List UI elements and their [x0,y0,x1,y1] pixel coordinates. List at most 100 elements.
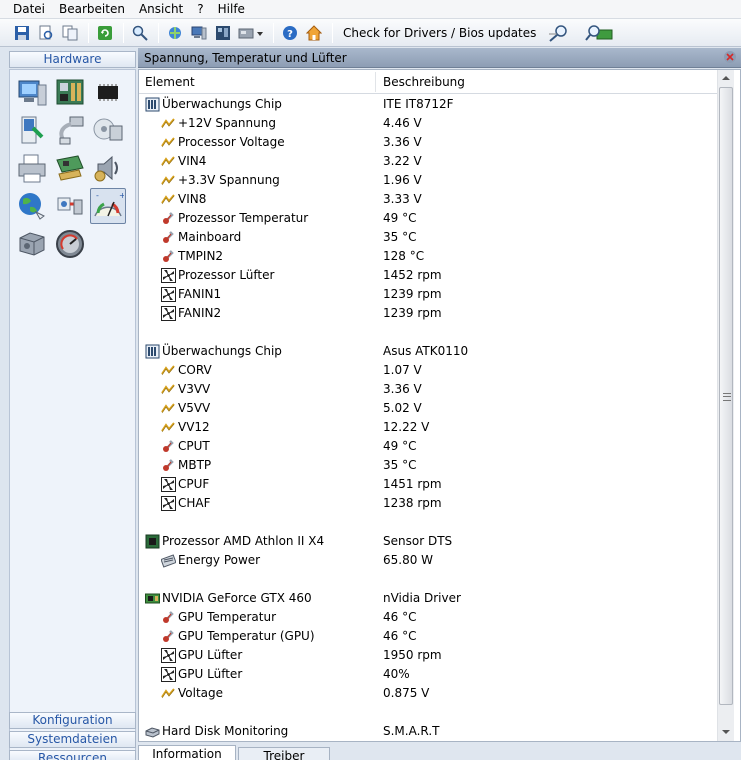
drives-icon[interactable] [90,112,126,148]
driver-search-icon[interactable] [546,23,572,43]
sensor-row[interactable]: Prozessor Temperatur 49 °C [139,209,719,228]
menu-ansicht[interactable]: Ansicht [132,0,190,19]
tab-treiber[interactable]: Treiber [238,747,330,760]
sensor-row[interactable]: FANIN1 1239 rpm [139,285,719,304]
devices-plug-icon[interactable] [52,188,88,224]
row-description-value: 35 °C [383,458,417,472]
sensor-row[interactable]: GPU Lüfter 1950 rpm [139,646,719,665]
column-element[interactable]: Element [145,75,195,89]
home-icon[interactable] [304,23,324,43]
fan-icon [161,287,176,302]
row-element-label: GPU Temperatur (GPU) [178,629,315,643]
row-description-value: 4.46 V [383,116,422,130]
row-element-label: CORV [178,363,212,377]
fan-icon [161,477,176,492]
menu-help-question[interactable]: ? [190,0,210,19]
computer-summary-icon[interactable] [14,74,50,110]
cpu-chip-icon[interactable] [90,74,126,110]
sensor-row[interactable]: FANIN2 1239 rpm [139,304,719,323]
ressourcen-section-header[interactable]: Ressourcen [9,750,136,760]
printer-icon[interactable] [14,150,50,186]
sensor-row[interactable]: Energy Power 65.80 W [139,551,719,570]
group-row[interactable]: NVIDIA GeForce GTX 460 nVidia Driver [139,589,719,608]
menu-hilfe[interactable]: Hilfe [211,0,252,19]
sensor-row[interactable]: CHAF 1238 rpm [139,494,719,513]
row-element-label: CPUF [178,477,210,491]
save-icon[interactable] [12,23,32,43]
drivers-update-label[interactable]: Check for Drivers / Bios updates [343,26,536,40]
sensor-row[interactable]: GPU Lüfter 40% [139,665,719,684]
row-description-value: 12.22 V [383,420,430,434]
vertical-scrollbar[interactable] [717,70,734,741]
sensor-row[interactable]: +3.3V Spannung 1.96 V [139,171,719,190]
row-element-label: V3VV [178,382,211,396]
sensor-row[interactable]: CPUF 1451 rpm [139,475,719,494]
sensor-row[interactable]: GPU Temperatur (GPU) 46 °C [139,627,719,646]
motherboard-icon[interactable] [213,23,233,43]
sensor-row[interactable]: VIN8 3.33 V [139,190,719,209]
sensor-row[interactable]: GPU Temperatur 46 °C [139,608,719,627]
close-panel-icon[interactable] [723,50,737,64]
group-row[interactable]: Überwachungs Chip ITE IT8712F [139,95,719,114]
row-element-label: Hard Disk Monitoring [162,724,289,738]
motherboard-icon[interactable] [52,74,88,110]
row-description-value: 5.02 V [383,401,422,415]
sensor-row[interactable]: VV12 12.22 V [139,418,719,437]
power-supply-icon[interactable] [14,226,50,262]
search-icon[interactable] [130,23,150,43]
group-row[interactable]: Hard Disk Monitoring S.M.A.R.T [139,722,719,741]
cable-connector-icon[interactable] [52,112,88,148]
scroll-grip-icon [723,393,731,401]
sensor-row[interactable]: Mainboard 35 °C [139,228,719,247]
thermometer-icon [161,230,176,245]
sound-speaker-icon[interactable] [90,150,126,186]
konfiguration-section-header[interactable]: Konfiguration [9,712,136,729]
device-dropdown-icon[interactable] [237,23,265,43]
row-description-value: 1239 rpm [383,306,442,320]
column-divider[interactable] [375,72,376,92]
systemdateien-section-header[interactable]: Systemdateien [9,731,136,748]
scroll-up-icon[interactable] [718,70,734,86]
sensor-row[interactable]: TMPIN2 128 °C [139,247,719,266]
row-element-label: +12V Spannung [178,116,276,130]
menu-bearbeiten[interactable]: Bearbeiten [52,0,132,19]
performance-dial-icon[interactable] [52,226,88,262]
tab-information[interactable]: Information [138,745,236,760]
hardware-section-header[interactable]: Hardware [9,51,136,68]
scroll-down-icon[interactable] [718,724,734,740]
row-description-value: 1.96 V [383,173,422,187]
internet-globe-icon[interactable] [14,188,50,224]
sensor-row[interactable]: MBTP 35 °C [139,456,719,475]
harddisk-icon [145,724,160,739]
sensor-row[interactable]: VIN4 3.22 V [139,152,719,171]
sensor-row[interactable]: Prozessor Lüfter 1452 rpm [139,266,719,285]
sensor-row[interactable]: CORV 1.07 V [139,361,719,380]
sensor-row[interactable]: V5VV 5.02 V [139,399,719,418]
network-card-icon[interactable] [52,150,88,186]
print-preview-icon[interactable] [36,23,56,43]
computer-icon[interactable] [189,23,209,43]
copy-icon[interactable] [60,23,80,43]
help-icon[interactable]: ? [280,23,300,43]
menu-datei[interactable]: Datei [6,0,52,19]
sensor-row[interactable]: +12V Spannung 4.46 V [139,114,719,133]
sensors-gauge-icon[interactable]: + - [90,188,126,224]
sensor-row[interactable]: Voltage 0.875 V [139,684,719,703]
sensor-row[interactable]: CPUT 49 °C [139,437,719,456]
row-description-value: 65.80 W [383,553,434,567]
sensor-row[interactable]: V3VV 3.36 V [139,380,719,399]
row-element-label: V5VV [178,401,211,415]
bios-search-icon[interactable] [584,23,614,43]
network-icon[interactable] [165,23,185,43]
scroll-thumb[interactable] [719,87,733,705]
group-row[interactable]: Prozessor AMD Athlon II X4 Sensor DTS [139,532,719,551]
column-beschreibung[interactable]: Beschreibung [383,75,465,89]
display-icon[interactable] [14,112,50,148]
sensor-row[interactable]: Processor Voltage 3.36 V [139,133,719,152]
detail-tabs: Information Treiber [138,742,741,760]
row-description-value: 49 °C [383,439,417,453]
row-description-value: 1950 rpm [383,648,442,662]
group-row[interactable]: Überwachungs Chip Asus ATK0110 [139,342,719,361]
refresh-icon[interactable] [95,23,115,43]
row-element-label: Voltage [178,686,224,700]
